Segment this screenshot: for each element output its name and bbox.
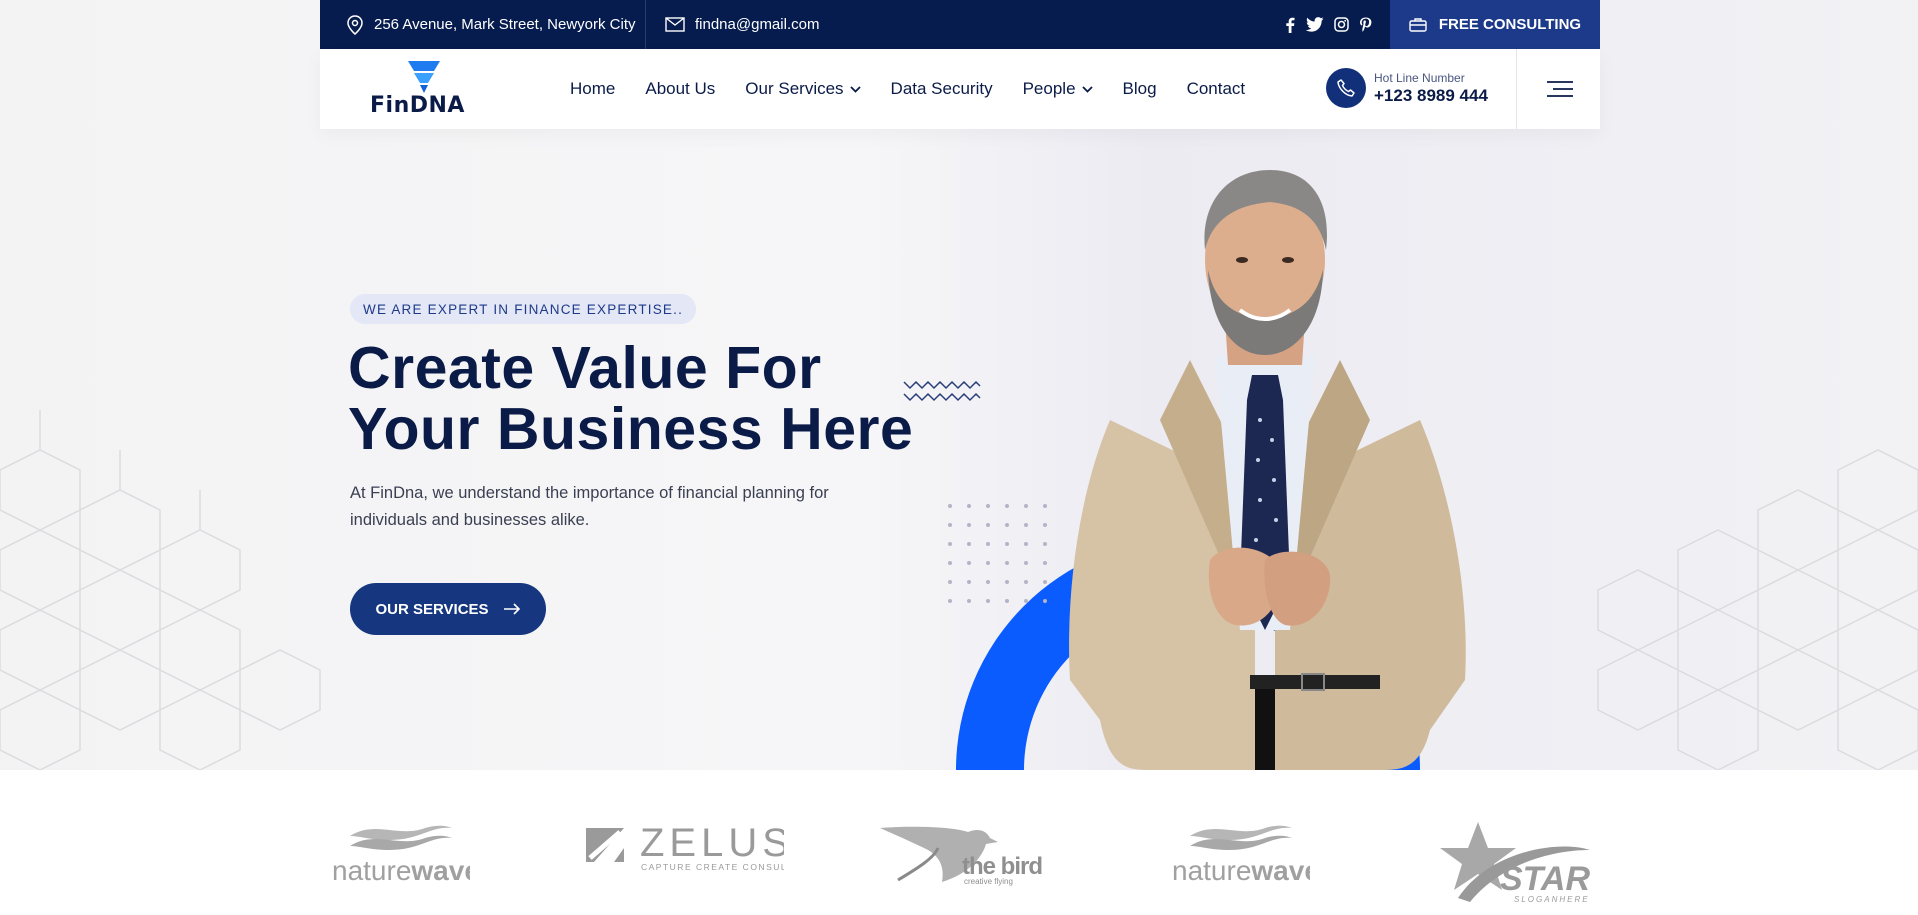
briefcase-icon [1409, 18, 1427, 32]
partner-logos: naturewave ZELUS CAPTURE CREATE CONSULT … [0, 770, 1918, 915]
pinterest-icon[interactable] [1359, 17, 1372, 33]
hexagon-pattern-left [0, 410, 321, 770]
navbar-divider [1516, 49, 1517, 129]
nav-item-home[interactable]: Home [570, 79, 615, 99]
nav-label: Contact [1186, 79, 1246, 98]
hero-description: At FinDna, we understand the importance … [350, 484, 829, 529]
social-links [1284, 0, 1372, 49]
free-consulting-label: FREE CONSULTING [1438, 16, 1582, 33]
nav-item-about-us[interactable]: About Us [645, 79, 715, 99]
hotline-label: Hot Line Number [1374, 70, 1465, 85]
hotline-number: +123 8989 444 [1374, 85, 1488, 105]
star-subtext: SLOGANHERE [1514, 895, 1590, 904]
location-pin-icon [347, 14, 363, 35]
instagram-icon[interactable] [1334, 17, 1349, 32]
zigzag-decoration [903, 380, 981, 402]
findna-logo[interactable] [370, 59, 480, 95]
hero-tagline: WE ARE EXPERT IN FINANCE EXPERTISE.. [350, 294, 697, 324]
free-consulting-button[interactable]: FREE CONSULTING [1390, 0, 1600, 49]
thebird-text: the bird [962, 853, 1042, 880]
naturewave-logo: naturewave [1172, 825, 1310, 886]
nav-item-contact[interactable]: Contact [1187, 79, 1246, 99]
thebird-subtext: creative flying [964, 877, 1013, 886]
nav-item-blog[interactable]: Blog [1123, 79, 1157, 99]
arrow-right-icon [503, 603, 520, 615]
hotline[interactable]: Hot Line Number +123 8989 444 [1326, 68, 1488, 108]
naturewave-text: naturewave [1172, 855, 1310, 886]
naturewave-logo: naturewave [332, 825, 470, 886]
naturewave-text: naturewave [332, 855, 470, 886]
zelus-subtext: CAPTURE CREATE CONSULT [641, 862, 784, 872]
zelus-text: ZELUS [640, 821, 784, 865]
nav-label: People [1022, 79, 1076, 98]
headline-line-2: Your Business Here [348, 396, 914, 462]
nav-label: Data Security [890, 79, 993, 98]
nav-item-our-services[interactable]: Our Services [745, 79, 861, 99]
our-services-label: OUR SERVICES [375, 600, 489, 618]
our-services-button[interactable]: OUR SERVICES [350, 583, 546, 635]
topbar-divider [645, 0, 646, 49]
phone-icon [1326, 68, 1366, 108]
star-logo: STAR SLOGANHERE [1440, 822, 1590, 904]
businessman-image [1069, 170, 1466, 770]
address-item: 256 Avenue, Mark Street, Newyork City [346, 0, 636, 49]
top-bar: 256 Avenue, Mark Street, Newyork City fi… [320, 0, 1600, 49]
nav-label: Home [570, 79, 616, 98]
facebook-icon[interactable] [1284, 17, 1296, 33]
mail-icon [665, 17, 685, 32]
nav-label: Blog [1122, 79, 1157, 98]
nav-item-people[interactable]: People [1023, 79, 1093, 99]
logo-text: FinDNA [370, 93, 465, 118]
headline-line-1: Create Value For [348, 335, 822, 401]
email-link[interactable]: findna@gmail.com [665, 0, 819, 49]
address-text: 256 Avenue, Mark Street, Newyork City [374, 16, 636, 33]
nav-label: About Us [645, 79, 716, 98]
hero-headline: Create Value For Your Business Here [348, 338, 913, 460]
primary-menu: Home About Us Our Services Data Security… [570, 49, 1245, 129]
chevron-down-icon [1081, 85, 1093, 93]
main-navbar: FinDNA Home About Us Our Services Data S… [320, 49, 1600, 129]
nav-item-data-security[interactable]: Data Security [891, 79, 993, 99]
star-text: STAR [1500, 860, 1590, 898]
zelus-logo: ZELUS CAPTURE CREATE CONSULT [586, 821, 784, 872]
nav-label: Our Services [745, 79, 844, 98]
twitter-icon[interactable] [1306, 17, 1324, 32]
hamburger-menu-icon[interactable] [1545, 79, 1575, 99]
hexagon-pattern-right [1597, 449, 1918, 770]
thebird-logo: the bird creative flying [880, 826, 1043, 886]
email-text: findna@gmail.com [695, 16, 820, 33]
chevron-down-icon [849, 85, 861, 93]
